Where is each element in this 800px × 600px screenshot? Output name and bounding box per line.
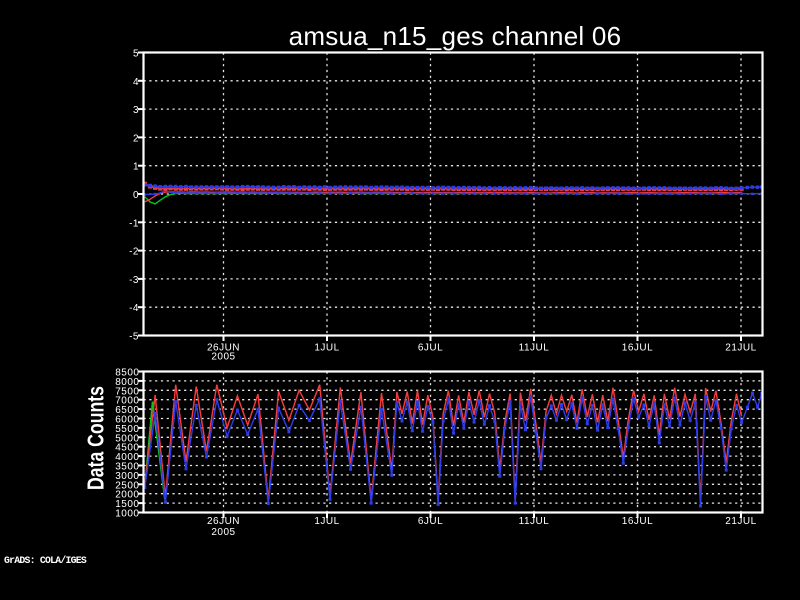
svg-text:8000: 8000 <box>115 377 139 388</box>
svg-text:4500: 4500 <box>115 443 139 454</box>
svg-text:6JUL: 6JUL <box>418 516 443 527</box>
svg-text:2: 2 <box>133 133 139 144</box>
svg-text:2500: 2500 <box>115 480 139 491</box>
svg-text:-2: -2 <box>129 247 139 258</box>
svg-text:Data Counts: Data Counts <box>83 386 109 490</box>
svg-text:2005: 2005 <box>211 351 235 362</box>
svg-text:-5: -5 <box>129 332 139 343</box>
svg-text:1: 1 <box>133 162 139 173</box>
svg-text:-1: -1 <box>129 218 139 229</box>
svg-text:-3: -3 <box>129 275 139 286</box>
svg-text:3500: 3500 <box>115 462 139 473</box>
svg-text:2000: 2000 <box>115 490 139 501</box>
svg-text:7500: 7500 <box>115 386 139 397</box>
svg-text:1000: 1000 <box>115 509 139 520</box>
svg-text:21JUL: 21JUL <box>725 516 756 527</box>
svg-text:5500: 5500 <box>115 424 139 435</box>
svg-text:16JUL: 16JUL <box>622 516 653 527</box>
svg-text:-4: -4 <box>129 303 139 314</box>
svg-text:5: 5 <box>133 49 139 60</box>
svg-text:GrADS: COLA/IGES: GrADS: COLA/IGES <box>4 555 87 566</box>
svg-text:0: 0 <box>133 190 139 201</box>
svg-text:1JUL: 1JUL <box>314 516 339 527</box>
svg-text:2005: 2005 <box>211 527 235 538</box>
svg-text:8500: 8500 <box>115 368 139 379</box>
svg-text:4: 4 <box>133 77 139 88</box>
svg-text:1500: 1500 <box>115 499 139 510</box>
svg-text:3: 3 <box>133 105 139 116</box>
svg-text:6500: 6500 <box>115 405 139 416</box>
svg-text:amsua_n15_ges channel 06: amsua_n15_ges channel 06 <box>289 21 622 51</box>
svg-text:26JUN: 26JUN <box>207 516 240 527</box>
svg-text:1JUL: 1JUL <box>314 342 339 353</box>
svg-text:4000: 4000 <box>115 452 139 463</box>
svg-text:11JUL: 11JUL <box>519 516 550 527</box>
svg-text:21JUL: 21JUL <box>725 342 756 353</box>
svg-text:3000: 3000 <box>115 471 139 482</box>
svg-text:6000: 6000 <box>115 415 139 426</box>
svg-text:6JUL: 6JUL <box>418 342 443 353</box>
svg-text:11JUL: 11JUL <box>519 342 550 353</box>
svg-text:16JUL: 16JUL <box>622 342 653 353</box>
svg-text:7000: 7000 <box>115 396 139 407</box>
svg-text:5000: 5000 <box>115 433 139 444</box>
